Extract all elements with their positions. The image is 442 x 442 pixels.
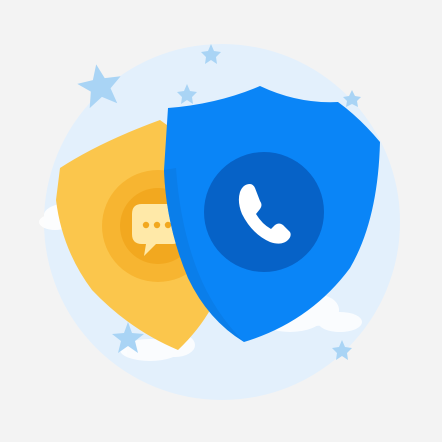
illustration-canvas [39,44,400,400]
security-illustration [0,0,442,442]
blue-badge [204,152,324,272]
